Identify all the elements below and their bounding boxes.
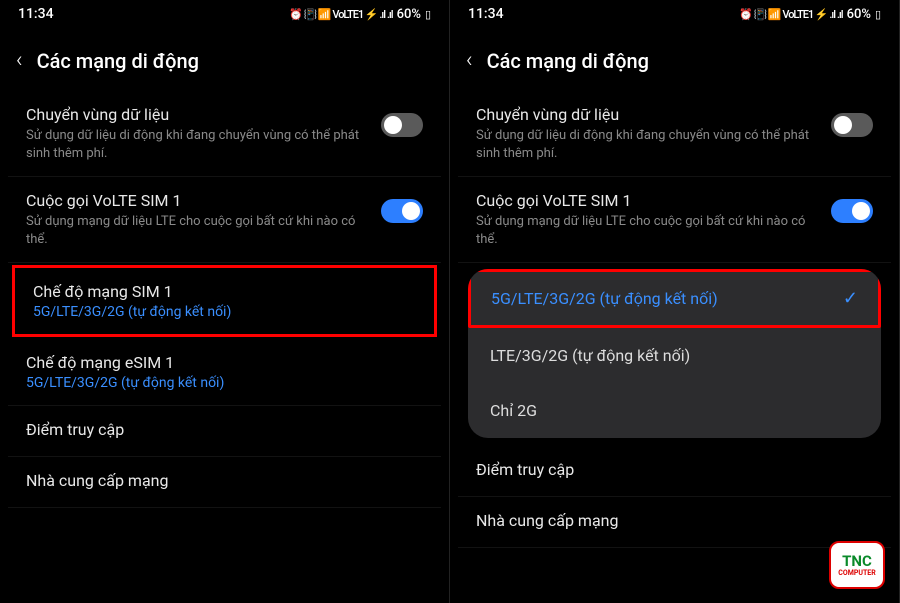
volte-desc: Sử dụng mạng dữ liệu LTE cho cuộc gọi bấ… [476, 213, 819, 248]
roaming-desc: Sử dụng dữ liệu di động khi đang chuyển … [476, 127, 819, 162]
status-bar: 11:34 ⏰ 📳 📶 VoLTE1 ⚡ .ıl .ıl 60% ▯ [0, 0, 449, 26]
status-icons: ⏰ 📳 📶 VoLTE1 ⚡ .ıl .ıl [739, 8, 843, 21]
status-time: 11:34 [18, 6, 54, 22]
carrier-setting[interactable]: Nhà cung cấp mạng [8, 457, 441, 508]
back-icon[interactable]: ‹ [16, 48, 23, 73]
volte-toggle[interactable] [831, 199, 873, 223]
apn-title: Điểm truy cập [26, 420, 423, 439]
carrier-title: Nhà cung cấp mạng [26, 471, 423, 490]
roaming-title: Chuyển vùng dữ liệu [476, 105, 819, 124]
volte-desc: Sử dụng mạng dữ liệu LTE cho cuộc gọi bấ… [26, 213, 369, 248]
carrier-title: Nhà cung cấp mạng [476, 511, 873, 530]
mode-esim1-title: Chế độ mạng eSIM 1 [26, 353, 423, 372]
apn-setting[interactable]: Điểm truy cập [8, 406, 441, 457]
battery-percent: 60% [847, 7, 871, 22]
option-label: 5G/LTE/3G/2G (tự động kết nối) [491, 289, 718, 308]
page-title: Các mạng di động [487, 49, 649, 73]
watermark-text: TNC [842, 554, 872, 569]
network-mode-dropdown: 5G/LTE/3G/2G (tự động kết nối) ✓ LTE/3G/… [468, 269, 881, 438]
volte-title: Cuộc gọi VoLTE SIM 1 [476, 191, 819, 210]
apn-setting[interactable]: Điểm truy cập [458, 446, 891, 497]
roaming-toggle[interactable] [381, 113, 423, 137]
mode-sim1-value: 5G/LTE/3G/2G (tự động kết nối) [33, 304, 416, 320]
mode-esim1-value: 5G/LTE/3G/2G (tự động kết nối) [26, 375, 423, 391]
check-icon: ✓ [843, 288, 858, 309]
watermark-subtext: COMPUTER [838, 570, 875, 577]
settings-list: Chuyển vùng dữ liệu Sử dụng dữ liệu di đ… [450, 91, 899, 548]
carrier-setting[interactable]: Nhà cung cấp mạng [458, 497, 891, 548]
network-mode-esim1[interactable]: Chế độ mạng eSIM 1 5G/LTE/3G/2G (tự động… [8, 339, 441, 406]
back-icon[interactable]: ‹ [466, 48, 473, 73]
watermark-logo: TNC COMPUTER [829, 541, 885, 589]
volte-title: Cuộc gọi VoLTE SIM 1 [26, 191, 369, 210]
volte-setting[interactable]: Cuộc gọi VoLTE SIM 1 Sử dụng mạng dữ liệ… [8, 177, 441, 263]
header: ‹ Các mạng di động [450, 26, 899, 91]
roaming-setting[interactable]: Chuyển vùng dữ liệu Sử dụng dữ liệu di đ… [458, 91, 891, 177]
volte-toggle[interactable] [381, 199, 423, 223]
volte-setting[interactable]: Cuộc gọi VoLTE SIM 1 Sử dụng mạng dữ liệ… [458, 177, 891, 263]
left-screen: 11:34 ⏰ 📳 📶 VoLTE1 ⚡ .ıl .ıl 60% ▯ ‹ Các… [0, 0, 450, 603]
status-icons: ⏰ 📳 📶 VoLTE1 ⚡ .ıl .ıl [289, 8, 393, 21]
roaming-setting[interactable]: Chuyển vùng dữ liệu Sử dụng dữ liệu di đ… [8, 91, 441, 177]
highlight-annotation: Chế độ mạng SIM 1 5G/LTE/3G/2G (tự động … [12, 265, 437, 337]
roaming-desc: Sử dụng dữ liệu di động khi đang chuyển … [26, 127, 369, 162]
right-screen: 11:34 ⏰ 📳 📶 VoLTE1 ⚡ .ıl .ıl 60% ▯ ‹ Các… [450, 0, 900, 603]
dropdown-option-2g[interactable]: Chỉ 2G [468, 383, 881, 438]
roaming-title: Chuyển vùng dữ liệu [26, 105, 369, 124]
settings-list: Chuyển vùng dữ liệu Sử dụng dữ liệu di đ… [0, 91, 449, 508]
status-bar: 11:34 ⏰ 📳 📶 VoLTE1 ⚡ .ıl .ıl 60% ▯ [450, 0, 899, 26]
dropdown-option-5g[interactable]: 5G/LTE/3G/2G (tự động kết nối) ✓ [471, 272, 878, 325]
page-title: Các mạng di động [37, 49, 199, 73]
network-mode-sim1[interactable]: Chế độ mạng SIM 1 5G/LTE/3G/2G (tự động … [15, 268, 434, 334]
option-label: Chỉ 2G [490, 401, 537, 420]
highlight-annotation: 5G/LTE/3G/2G (tự động kết nối) ✓ [468, 269, 881, 328]
mode-sim1-title: Chế độ mạng SIM 1 [33, 282, 416, 301]
status-indicators: ⏰ 📳 📶 VoLTE1 ⚡ .ıl .ıl 60% ▯ [289, 7, 431, 22]
option-label: LTE/3G/2G (tự động kết nối) [490, 346, 690, 365]
battery-icon: ▯ [875, 8, 881, 21]
dropdown-option-lte[interactable]: LTE/3G/2G (tự động kết nối) [468, 328, 881, 383]
apn-title: Điểm truy cập [476, 460, 873, 479]
status-time: 11:34 [468, 6, 504, 22]
battery-icon: ▯ [425, 8, 431, 21]
status-indicators: ⏰ 📳 📶 VoLTE1 ⚡ .ıl .ıl 60% ▯ [739, 7, 881, 22]
header: ‹ Các mạng di động [0, 26, 449, 91]
roaming-toggle[interactable] [831, 113, 873, 137]
battery-percent: 60% [397, 7, 421, 22]
